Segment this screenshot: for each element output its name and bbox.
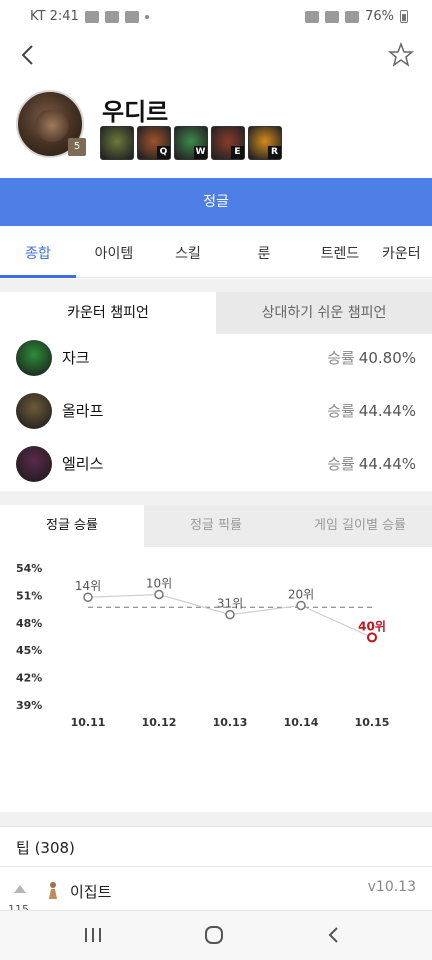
wifi-icon: [325, 10, 340, 23]
tab-counter-champions[interactable]: 카운터 챔피언: [0, 292, 216, 334]
tips-title: 팁 (308): [16, 839, 75, 857]
list-item[interactable]: 엘리스 승률 44.44%: [0, 438, 432, 490]
bear-stance-icon[interactable]: E: [211, 126, 245, 160]
counter-subtabs: 카운터 챔피언 상대하기 쉬운 챔피언: [0, 292, 432, 334]
tiger-stance-icon[interactable]: Q: [137, 126, 171, 160]
rank-data-label: 20위: [288, 587, 314, 601]
main-tabs: 종합 아이템 스킬 룬 트렌드 카운터: [0, 230, 432, 278]
battery-icon: [400, 10, 408, 23]
skill-icons: QWER: [100, 126, 282, 160]
tip-author: 이집트: [70, 883, 112, 901]
tip-item[interactable]: 115 이집트 v10.13: [0, 866, 432, 916]
tab-jungle-pickrate[interactable]: 정글 픽률: [144, 505, 288, 547]
tab-skills[interactable]: 스킬: [152, 230, 224, 278]
counter-win-rate: 승률 44.44%: [327, 400, 416, 421]
data-point: [296, 600, 306, 611]
mute-icon: [305, 10, 320, 23]
tab-overview[interactable]: 종합: [0, 230, 76, 278]
y-tick-label: 48%: [16, 617, 42, 630]
tab-trends[interactable]: 트렌드: [300, 230, 380, 278]
champion-avatar: [16, 393, 52, 429]
role-banner[interactable]: 정글: [0, 178, 432, 226]
tab-jungle-winrate[interactable]: 정글 승률: [0, 505, 144, 547]
back-arrow-icon[interactable]: [16, 42, 42, 68]
champion-level-badge: 5: [68, 138, 86, 156]
counter-champion-name: 올라프: [62, 402, 104, 420]
champion-avatar: [16, 446, 52, 482]
win-rate-label: 승률: [327, 402, 355, 420]
list-item[interactable]: 올라프 승률 44.44%: [0, 385, 432, 437]
tab-items[interactable]: 아이템: [76, 230, 152, 278]
data-point: [154, 589, 164, 600]
phoenix-stance-icon[interactable]: R: [248, 126, 282, 160]
tips-header: 팁 (308): [0, 826, 432, 866]
section-divider: [0, 279, 432, 292]
data-point: [367, 632, 377, 643]
y-tick-label: 42%: [16, 672, 42, 685]
author-rank-icon: [49, 882, 57, 899]
champion-name: 우디르: [102, 98, 169, 126]
status-bar: KT 2:41 76%: [0, 0, 432, 34]
rank-data-label: 10위: [146, 576, 172, 590]
x-tick-label: 10.11: [71, 716, 106, 729]
data-point: [225, 609, 235, 620]
recent-apps-icon[interactable]: [84, 927, 102, 943]
favorite-star-icon[interactable]: [388, 42, 414, 68]
skill-key-label: Q: [157, 146, 170, 159]
message-icon: [104, 10, 119, 23]
counter-win-rate: 승률 40.80%: [327, 347, 416, 368]
rank-data-label: 40위: [358, 619, 386, 633]
home-icon[interactable]: [204, 925, 224, 945]
y-tick-label: 51%: [16, 589, 42, 602]
skill-key-label: E: [231, 146, 244, 159]
win-rate-label: 승률: [327, 349, 355, 367]
x-tick-label: 10.14: [284, 716, 319, 729]
passive-icon[interactable]: [100, 126, 134, 160]
section-divider: [0, 491, 432, 505]
win-rate-value: 44.44%: [358, 455, 416, 473]
data-point: [83, 592, 93, 602]
y-tick-label: 45%: [16, 644, 42, 657]
tab-runes[interactable]: 룬: [226, 230, 302, 278]
skill-key-label: R: [268, 146, 281, 159]
counter-champion-name: 엘리스: [62, 455, 104, 473]
champion-avatar: [16, 340, 52, 376]
gallery-icon: [84, 10, 99, 23]
chat-icon: [124, 10, 139, 23]
top-bar: [0, 34, 432, 78]
x-tick-label: 10.15: [355, 716, 390, 729]
tab-counters[interactable]: 카운터: [382, 230, 432, 278]
rank-data-label: 31위: [217, 597, 243, 611]
battery-percent: 76%: [365, 9, 394, 24]
y-tick-label: 39%: [16, 699, 42, 712]
carrier-time: KT 2:41: [30, 9, 79, 24]
x-tick-label: 10.12: [142, 716, 177, 729]
rank-data-label: 14위: [75, 579, 101, 593]
tab-winrate-by-length[interactable]: 게임 길이별 승률: [288, 505, 432, 547]
active-tab-indicator: [0, 275, 76, 278]
winrate-line-chart: 54% 51% 48% 45% 42% 39% 14위 10.11 10위 10.12 31위 10.…: [16, 562, 390, 729]
counter-win-rate: 승률 44.44%: [327, 453, 416, 474]
counter-champion-name: 자크: [62, 349, 90, 367]
list-item[interactable]: 자크 승률 40.80%: [0, 332, 432, 384]
more-dot-icon: [144, 14, 149, 19]
upvote-icon[interactable]: [14, 885, 26, 893]
y-tick-label: 54%: [16, 562, 42, 575]
win-rate-value: 44.44%: [358, 402, 416, 420]
tab-easy-champions[interactable]: 상대하기 쉬운 챔피언: [216, 292, 432, 334]
x-tick-label: 10.13: [213, 716, 248, 729]
win-rate-label: 승률: [327, 455, 355, 473]
chart-tabs: 정글 승률 정글 픽률 게임 길이별 승률: [0, 505, 432, 547]
win-rate-value: 40.80%: [358, 349, 416, 367]
skill-key-label: W: [194, 146, 207, 159]
back-nav-icon[interactable]: [324, 925, 344, 945]
system-nav-bar: [0, 910, 432, 960]
tip-patch-version: v10.13: [367, 879, 416, 895]
section-divider: [0, 812, 432, 826]
signal-icon: [345, 10, 360, 23]
turtle-stance-icon[interactable]: W: [174, 126, 208, 160]
